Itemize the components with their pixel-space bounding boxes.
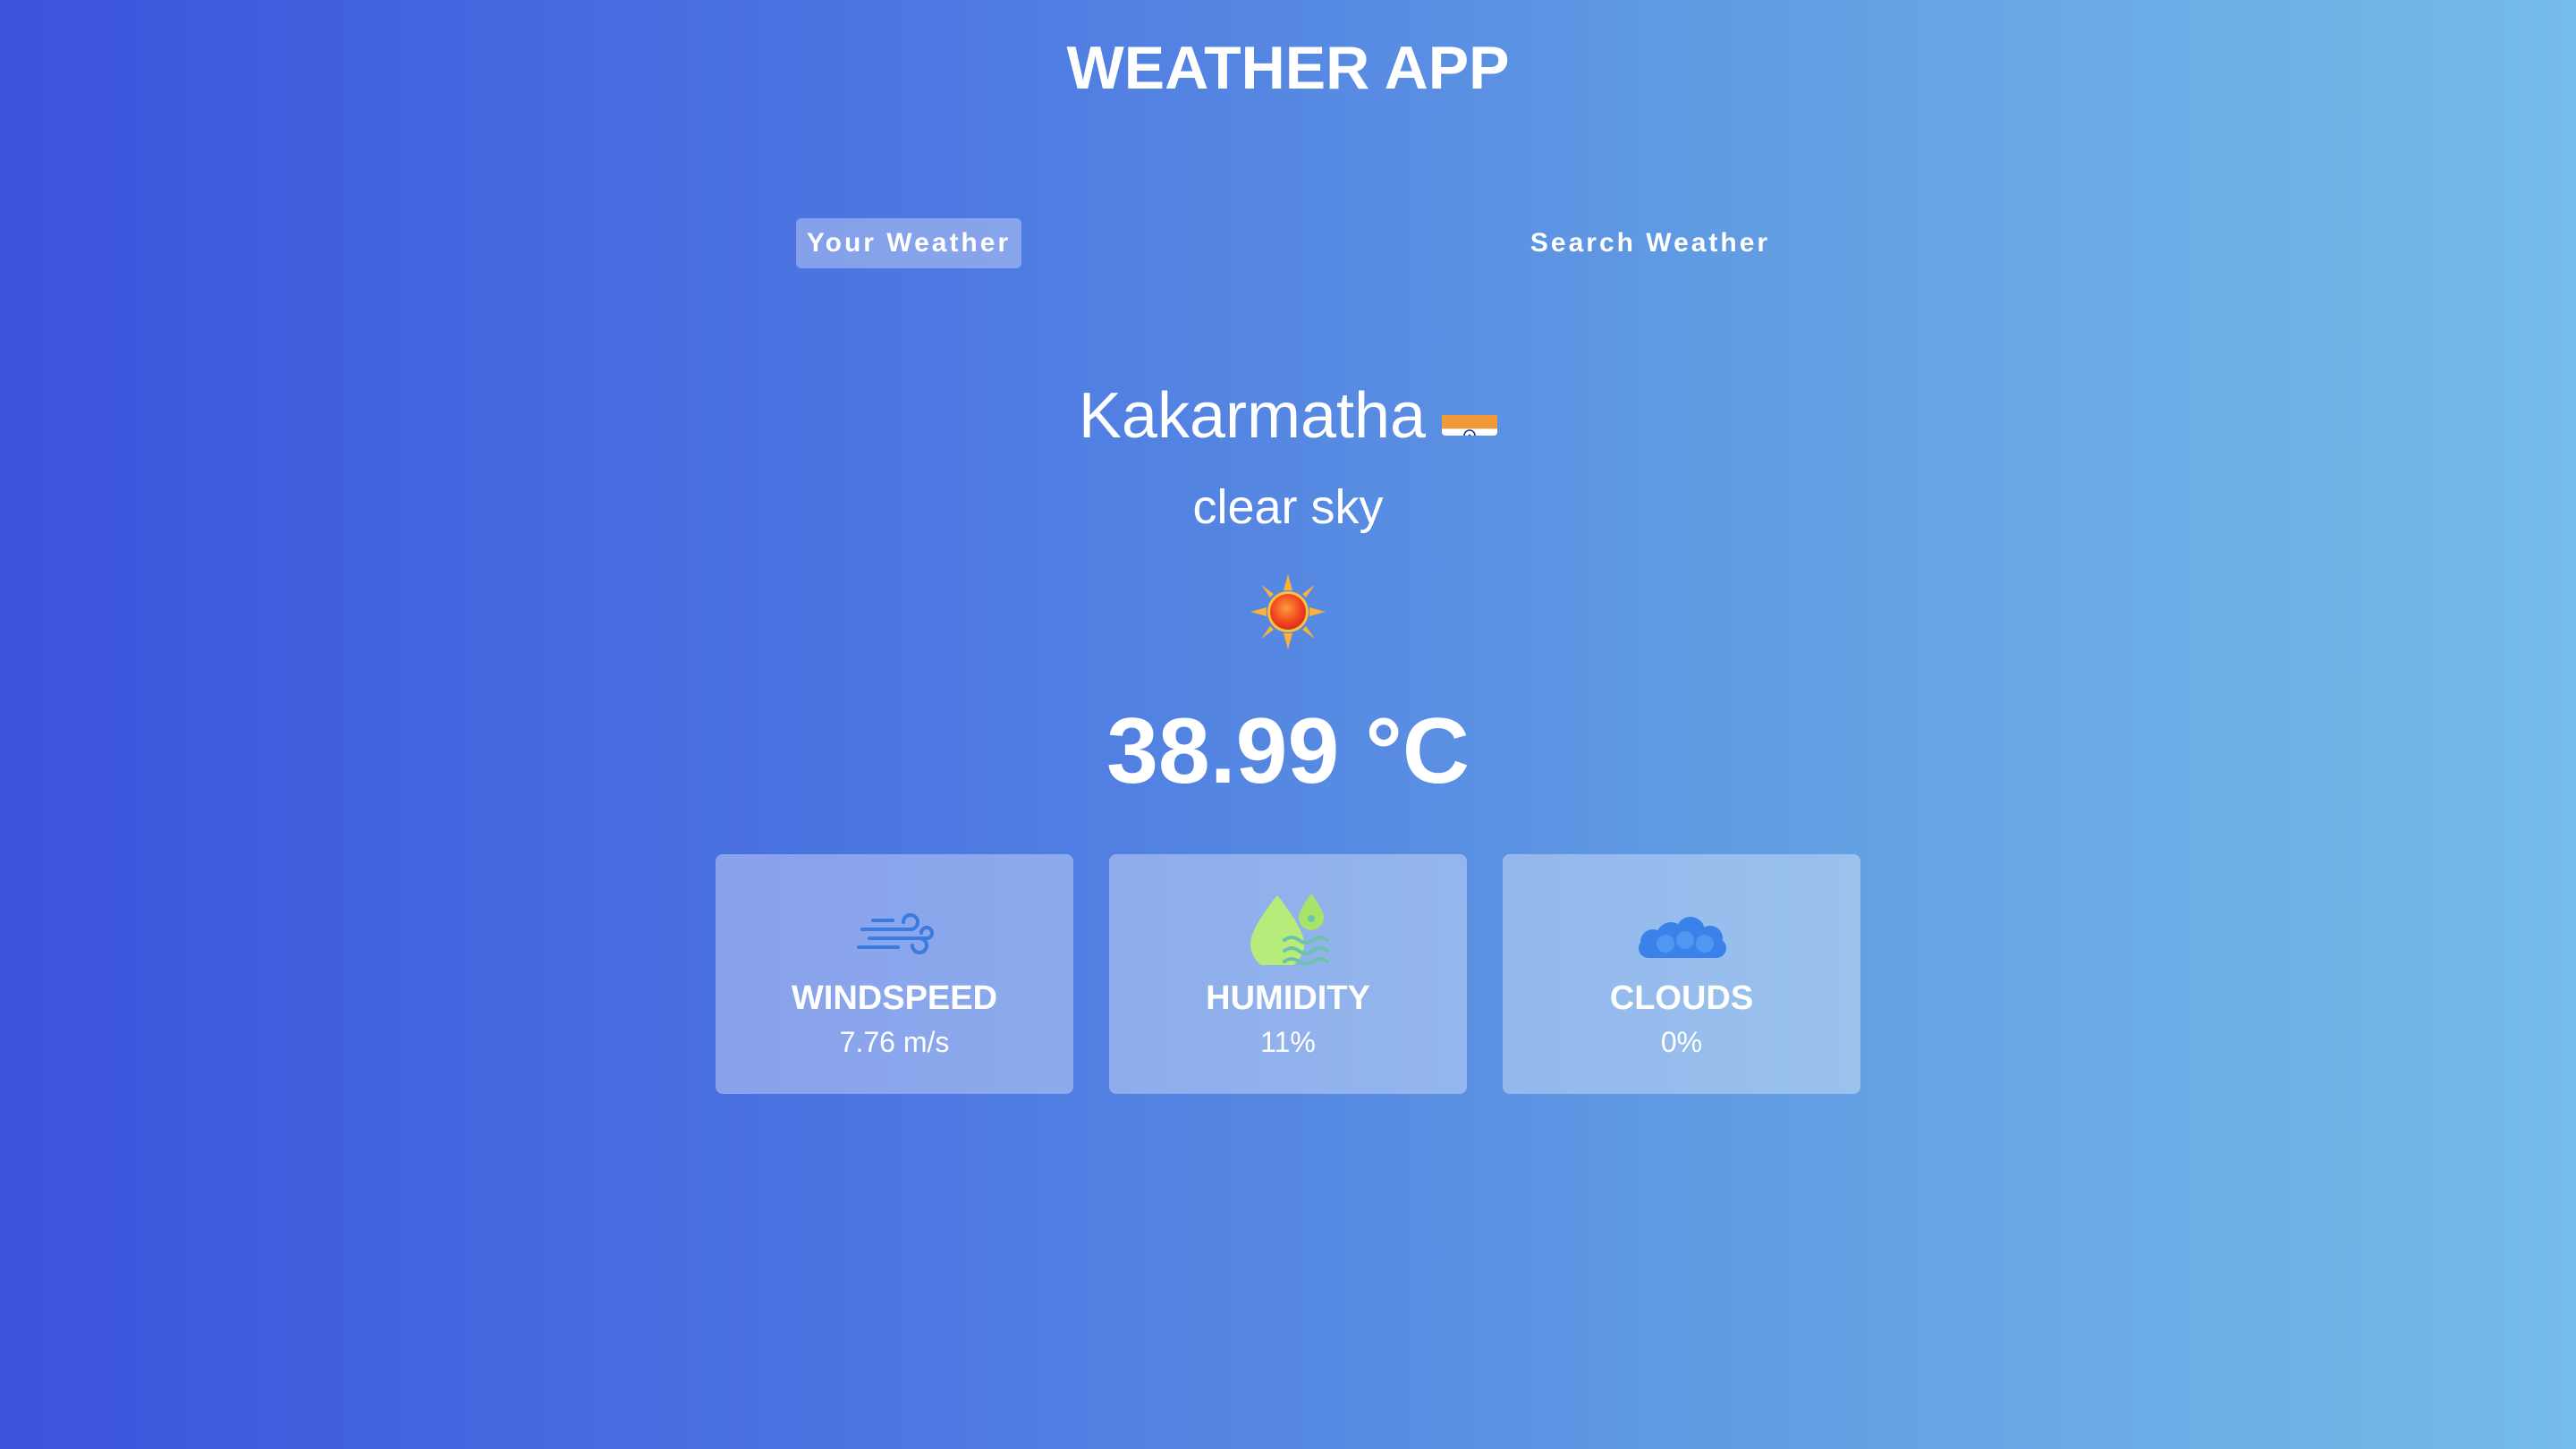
city-name: Kakarmatha xyxy=(1078,380,1427,452)
humidity-label: HUMIDITY xyxy=(1206,979,1370,1017)
windspeed-value: 7.76 m/s xyxy=(839,1026,950,1058)
wind-icon xyxy=(716,885,1073,965)
city-heading: Kakarmatha xyxy=(0,376,2576,456)
windspeed-label: WINDSPEED xyxy=(791,979,998,1017)
app-title: WEATHER APP xyxy=(1066,34,1510,102)
windspeed-card: WINDSPEED 7.76 m/s xyxy=(716,854,1073,1094)
weather-description: clear sky xyxy=(1192,480,1384,534)
clouds-card: CLOUDS 0% xyxy=(1503,854,1860,1094)
india-flag-icon xyxy=(1442,394,1498,436)
temperature-value: 38.99 °C xyxy=(1106,699,1470,803)
cloud-icon xyxy=(1503,885,1860,965)
tab-search-weather[interactable]: Search Weather xyxy=(1521,218,1780,268)
clouds-value: 0% xyxy=(1660,1026,1703,1058)
tab-your-weather[interactable]: Your Weather xyxy=(796,218,1021,268)
clouds-label: CLOUDS xyxy=(1609,979,1754,1017)
humidity-value: 11% xyxy=(1260,1026,1316,1058)
humidity-card: HUMIDITY 11% xyxy=(1109,854,1467,1094)
sun-icon xyxy=(1249,572,1327,651)
humidity-icon xyxy=(1109,885,1467,970)
